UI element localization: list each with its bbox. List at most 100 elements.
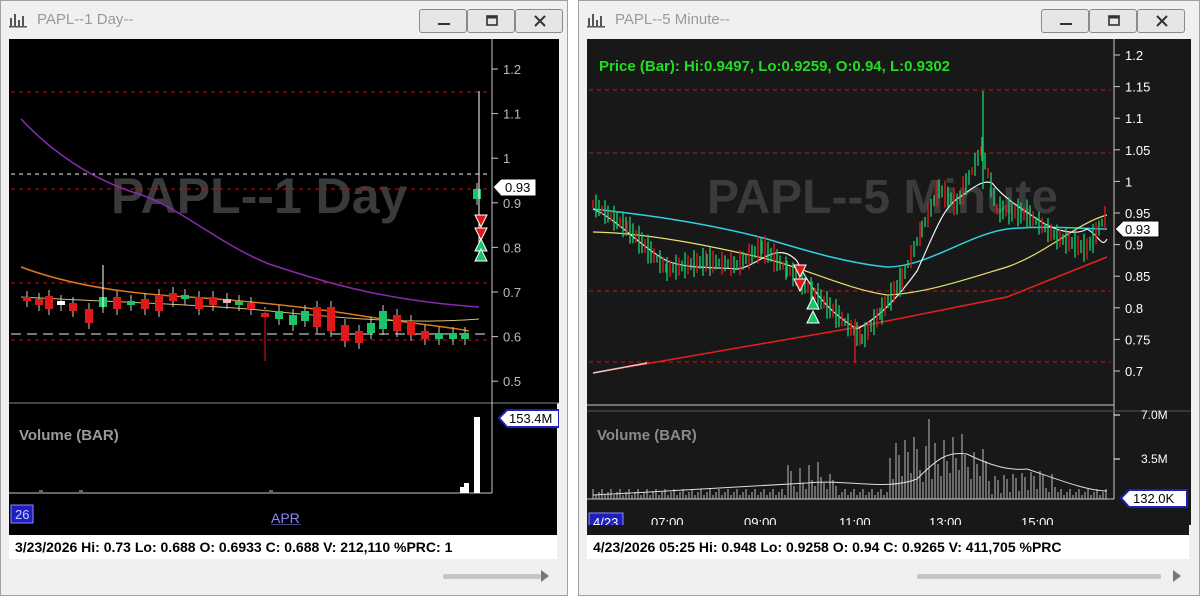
price-axis-label: 0.7 — [1125, 364, 1143, 379]
watermark: PAPL--1 Day — [111, 168, 408, 224]
candle — [313, 307, 321, 327]
candle — [127, 301, 135, 305]
maximize-icon — [1108, 15, 1120, 26]
price-badge-value: 0.93 — [1125, 222, 1150, 237]
candle — [461, 333, 469, 339]
maximize-icon — [486, 15, 498, 26]
time-label: 15:00 — [1021, 515, 1054, 525]
price-axis-label: 0.85 — [1125, 269, 1150, 284]
candle — [169, 293, 177, 301]
price-axis-label: 1.15 — [1125, 80, 1150, 95]
chart-area[interactable]: PAPL--1 Day 1.2 1.1 1 0.9 0.8 0.7 0.6 0.5 0.93 — [9, 39, 560, 559]
candle — [57, 301, 65, 305]
candle — [421, 331, 429, 339]
horizontal-scrollbar[interactable] — [9, 563, 557, 589]
close-icon — [534, 15, 546, 27]
price-axis-label: 1.05 — [1125, 143, 1150, 158]
daily-chart-window: PAPL--1 Day-- PAPL--1 Day 1.2 1.1 1 0.9 … — [0, 0, 568, 596]
price-axis-label: 1.1 — [1125, 111, 1143, 126]
minimize-button[interactable] — [1041, 9, 1089, 33]
volume-badge-value: 132.0K — [1133, 491, 1175, 506]
minimize-icon — [1060, 23, 1072, 25]
candle — [209, 297, 217, 305]
candle — [407, 321, 415, 335]
minimize-icon — [438, 23, 450, 25]
price-axis-label: 0.6 — [503, 330, 521, 345]
candle — [355, 331, 363, 343]
candle — [235, 301, 243, 305]
intraday-chart[interactable]: PAPL--5 Minute Price (Bar): Hi:0.9497, L… — [587, 39, 1191, 532]
time-label: 09:00 — [744, 515, 777, 525]
candle — [341, 325, 349, 341]
volume-axis-label: 7.0M — [1141, 408, 1168, 422]
candle — [289, 315, 297, 325]
candle — [301, 311, 309, 321]
candle — [367, 323, 375, 333]
scroll-thumb[interactable] — [443, 574, 541, 579]
candle — [449, 333, 457, 339]
candle — [113, 297, 121, 309]
chart-area[interactable]: PAPL--5 Minute Price (Bar): Hi:0.9497, L… — [587, 39, 1191, 559]
price-axis-label: 0.8 — [1125, 301, 1143, 316]
candle — [275, 311, 283, 319]
chart-icon — [9, 14, 27, 28]
window-title: PAPL--5 Minute-- — [615, 11, 730, 28]
close-icon — [1156, 15, 1168, 27]
status-bar: 4/23/2026 05:25 Hi: 0.948 Lo: 0.9258 O: … — [587, 535, 1189, 559]
candle — [247, 303, 255, 309]
time-label: 4/23 — [593, 515, 618, 525]
price-axis-label: 0.75 — [1125, 332, 1150, 347]
price-axis-label: 0.8 — [503, 240, 521, 255]
maximize-button[interactable] — [1089, 9, 1137, 33]
time-label: 07:00 — [651, 515, 684, 525]
volume-label: Volume (BAR) — [597, 427, 697, 444]
scroll-right-icon[interactable] — [1171, 569, 1183, 583]
minimize-button[interactable] — [419, 9, 467, 33]
candle — [223, 299, 231, 303]
horizontal-scrollbar[interactable] — [587, 563, 1189, 589]
price-axis-label: 1 — [1125, 174, 1132, 189]
candle — [45, 296, 53, 309]
candle — [35, 299, 43, 305]
candle — [393, 315, 401, 331]
title-bar[interactable]: PAPL--5 Minute-- — [579, 1, 1199, 39]
candle — [379, 311, 387, 329]
status-bar: 3/23/2026 Hi: 0.73 Lo: 0.688 O: 0.6933 C… — [9, 535, 557, 559]
close-button[interactable] — [515, 9, 563, 33]
price-axis-label: 1.2 — [503, 62, 521, 77]
scroll-right-icon[interactable] — [539, 569, 551, 583]
price-badge-value: 0.93 — [505, 180, 530, 195]
price-header: Price (Bar): Hi:0.9497, Lo:0.9259, O:0.9… — [599, 58, 950, 75]
price-axis-label: 0.95 — [1125, 206, 1150, 221]
maximize-button[interactable] — [467, 9, 515, 33]
price-axis-label: 0.7 — [503, 285, 521, 300]
price-axis-label: 0.9 — [503, 196, 521, 211]
price-axis-label: 1 — [503, 151, 510, 166]
candle — [181, 295, 189, 299]
chart-icon — [587, 14, 605, 28]
candle — [327, 307, 335, 331]
candle — [69, 303, 77, 311]
date-label: APR — [271, 510, 300, 525]
volume-badge-value: 153.4M — [509, 411, 552, 426]
scroll-thumb[interactable] — [917, 574, 1161, 579]
time-label: 11:00 — [839, 515, 871, 525]
volume-axis-label: 3.5M — [1141, 452, 1168, 466]
window-title: PAPL--1 Day-- — [37, 11, 134, 28]
price-axis-label: 1.2 — [1125, 48, 1143, 63]
price-axis-label: 0.5 — [503, 374, 521, 389]
price-axis-label: 0.9 — [1125, 238, 1143, 253]
candle — [435, 333, 443, 339]
intraday-chart-window: PAPL--5 Minute-- PAPL--5 Minute Price (B… — [578, 0, 1200, 596]
price-axis-label: 1.1 — [503, 107, 521, 122]
time-label: 13:00 — [929, 515, 962, 525]
daily-chart[interactable]: PAPL--1 Day 1.2 1.1 1 0.9 0.8 0.7 0.6 0.5 0.93 — [9, 39, 560, 526]
candle — [23, 297, 31, 301]
date-label: 26 — [15, 507, 29, 522]
close-button[interactable] — [1137, 9, 1185, 33]
volume-label: Volume (BAR) — [19, 427, 119, 444]
volume-bar — [474, 417, 480, 493]
volume-bar — [464, 483, 469, 493]
candle — [85, 309, 93, 323]
title-bar[interactable]: PAPL--1 Day-- — [1, 1, 567, 39]
